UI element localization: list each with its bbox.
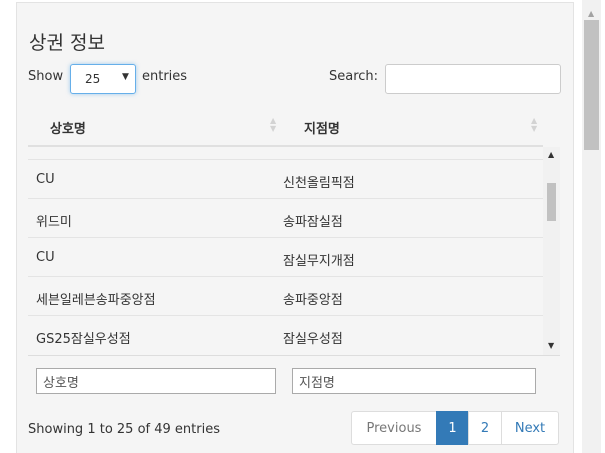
search-label: Search: [329, 69, 379, 84]
previous-page-button[interactable]: Previous [351, 411, 437, 445]
cell-branch-name: 송파중앙점 [283, 293, 343, 308]
show-label: Show [28, 69, 64, 84]
entries-length-select[interactable]: 25 ▼ [70, 64, 136, 94]
table-scrollbar[interactable]: ▲ ▼ [543, 147, 560, 355]
cell-store-name: CU [36, 172, 55, 187]
caret-down-icon: ▼ [122, 72, 129, 82]
table-row: 위드미 송파잠실점 [28, 198, 543, 237]
cell-store-name: 위드미 [36, 215, 72, 230]
cell-branch-name: 송파잠실점 [283, 215, 343, 230]
page-2-button[interactable]: 2 [468, 411, 502, 445]
page-scrollbar[interactable]: ▲ [582, 0, 601, 453]
arrow-up-icon[interactable]: ▲ [588, 9, 594, 18]
table-row: CU 잠실무지개점 [28, 237, 543, 276]
arrow-up-icon[interactable]: ▲ [548, 150, 554, 159]
branch-name-filter-input[interactable] [292, 368, 536, 394]
cell-store-name: CU [36, 250, 55, 265]
page-scrollbar-thumb[interactable] [584, 20, 599, 150]
cell-branch-name: 잠실우성점 [283, 332, 343, 347]
search-input[interactable] [385, 64, 561, 94]
arrow-down-icon[interactable]: ▼ [548, 341, 554, 350]
sort-both-icon[interactable]: ▲ ▼ [270, 117, 276, 133]
table-row: GS25잠실우성점 잠실우성점 [28, 315, 543, 354]
store-name-filter-input[interactable] [36, 368, 276, 394]
table-scroll-body[interactable]: CU 신천올림픽점 위드미 송파잠실점 CU 잠실무지개점 세븐일레븐송파중앙점… [28, 147, 560, 356]
pagination: Previous 1 2 Next [351, 411, 559, 445]
table-rows: CU 신천올림픽점 위드미 송파잠실점 CU 잠실무지개점 세븐일레븐송파중앙점… [28, 159, 543, 354]
panel-title: 상권 정보 [29, 32, 105, 54]
column-header-store-name[interactable]: 상호명 [50, 118, 86, 137]
cell-store-name: GS25잠실우성점 [36, 332, 131, 347]
column-header-branch-name[interactable]: 지점명 [304, 118, 340, 137]
table-info: Showing 1 to 25 of 49 entries [28, 422, 220, 437]
page-1-button[interactable]: 1 [436, 411, 469, 445]
table-row: CU 신천올림픽점 [28, 159, 543, 198]
entries-label: entries [142, 69, 188, 84]
cell-branch-name: 신천올림픽점 [283, 176, 355, 191]
cell-store-name: 세븐일레븐송파중앙점 [36, 293, 156, 308]
table-row: 세븐일레븐송파중앙점 송파중앙점 [28, 276, 543, 315]
entries-length-value: 25 [85, 72, 101, 86]
cell-branch-name: 잠실무지개점 [283, 254, 355, 269]
next-page-button[interactable]: Next [501, 411, 559, 445]
sort-both-icon[interactable]: ▲ ▼ [531, 117, 537, 133]
table-scrollbar-thumb[interactable] [547, 183, 556, 221]
